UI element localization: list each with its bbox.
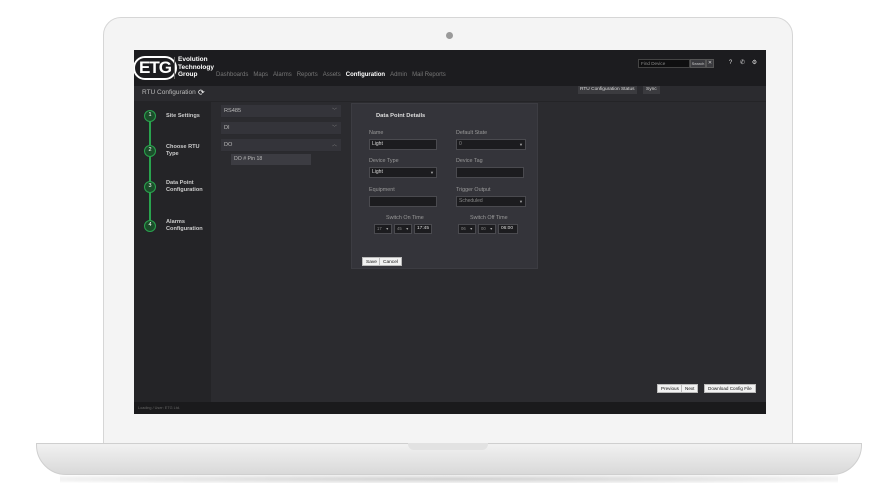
trigger-output-value: Scheduled xyxy=(459,198,483,204)
device-tag-input[interactable] xyxy=(456,167,524,178)
panel-title: Data Point Details xyxy=(376,113,426,119)
brand-line-3: Group xyxy=(178,71,198,78)
nav-mail-reports[interactable]: Mail Reports xyxy=(412,72,446,78)
step-choose-rtu-type[interactable]: 2 Choose RTU Type xyxy=(144,144,209,165)
trigger-output-label: Trigger Output xyxy=(456,187,491,193)
brand-line-2: Technology xyxy=(178,63,214,71)
download-config-button[interactable]: Download Config File xyxy=(704,384,756,393)
app-screen: ETG Evolution Technology Group Dashboard… xyxy=(134,50,766,414)
find-device-input[interactable]: Find Device xyxy=(638,59,690,68)
step-number: 4 xyxy=(144,220,156,232)
equipment-input[interactable] xyxy=(369,196,437,207)
sub-bar: RTU Configuration ⟳ RTU Configuration St… xyxy=(134,86,766,102)
laptop-notch xyxy=(408,443,488,450)
main-nav: Dashboards Maps Alarms Reports Assets Co… xyxy=(216,72,446,78)
step-alarms-configuration[interactable]: 4 Alarms Configuration xyxy=(144,219,209,240)
chevron-up-icon: ︿ xyxy=(331,142,337,148)
sync-button[interactable]: Sync xyxy=(643,86,660,94)
step-number: 2 xyxy=(144,145,156,157)
nav-assets[interactable]: Assets xyxy=(323,72,341,78)
nav-alarms[interactable]: Alarms xyxy=(273,72,292,78)
switch-on-minute-select[interactable]: 45 ▼ xyxy=(394,224,412,234)
chevron-down-icon: ▼ xyxy=(469,227,473,231)
do-pin-item[interactable]: DO # Pin 18 xyxy=(231,154,311,165)
switch-on-label: Switch On Time xyxy=(386,215,424,221)
step-label: Site Settings xyxy=(166,113,200,119)
cancel-button[interactable]: Cancel xyxy=(379,257,402,266)
data-point-details-panel: Data Point Details Name Light Default St… xyxy=(351,103,538,269)
step-site-settings[interactable]: 1 Site Settings xyxy=(144,110,209,130)
chevron-down-icon: ▼ xyxy=(430,170,434,175)
step-label: Data Point Configuration xyxy=(166,180,203,193)
switch-on-time-input[interactable]: 17:45 xyxy=(414,224,432,234)
status-bar: Loading / User: ETG Ltd. xyxy=(134,402,766,414)
search-button[interactable]: Search xyxy=(690,59,706,68)
chevron-down-icon: ▼ xyxy=(519,142,523,147)
accordion-label: DO xyxy=(224,142,233,148)
step-connector xyxy=(149,116,151,228)
name-label: Name xyxy=(369,130,384,136)
chevron-down-icon: ﹀ xyxy=(331,108,337,114)
switch-off-minute: 00 xyxy=(481,226,486,231)
refresh-icon[interactable]: ⟳ xyxy=(198,88,205,97)
default-state-label: Default State xyxy=(456,130,488,136)
logo-text: Evolution Technology Group xyxy=(178,56,214,79)
page-title: RTU Configuration xyxy=(142,89,196,96)
switch-off-label: Switch Off Time xyxy=(470,215,508,221)
switch-on-hour: 17 xyxy=(377,226,382,231)
logo[interactable]: ETG xyxy=(134,55,177,81)
switch-on-hour-select[interactable]: 17 ▼ xyxy=(374,224,392,234)
gear-icon[interactable]: ⚙ xyxy=(750,59,759,68)
nav-configuration[interactable]: Configuration xyxy=(346,72,385,78)
device-type-select[interactable]: Light ▼ xyxy=(369,167,437,178)
step-number: 1 xyxy=(144,110,156,122)
accordion-di[interactable]: DI ﹀ xyxy=(221,122,341,135)
laptop-shadow xyxy=(60,475,838,483)
logo-mark: ETG xyxy=(134,56,177,80)
trigger-output-select[interactable]: Scheduled ▼ xyxy=(456,196,526,207)
default-state-value: 0 xyxy=(459,141,462,147)
rtu-config-status-button[interactable]: RTU Configuration Status xyxy=(578,86,637,94)
next-button[interactable]: Next xyxy=(681,384,699,393)
step-data-point-configuration[interactable]: 3 Data Point Configuration xyxy=(144,180,209,201)
chevron-down-icon: ▼ xyxy=(405,227,409,231)
step-label: Choose RTU Type xyxy=(166,144,200,157)
device-type-value: Light xyxy=(372,169,383,175)
device-tag-label: Device Tag xyxy=(456,158,483,164)
accordion-label: DI xyxy=(224,125,230,131)
step-label: Alarms Configuration xyxy=(166,219,203,232)
nav-admin[interactable]: Admin xyxy=(390,72,407,78)
switch-off-hour: 06 xyxy=(461,226,466,231)
steps-sidebar: 1 Site Settings 2 Choose RTU Type 3 Data… xyxy=(134,102,211,402)
name-input[interactable]: Light xyxy=(369,139,437,150)
status-text: Loading / User: ETG Ltd. xyxy=(138,406,180,410)
previous-button[interactable]: Previous xyxy=(657,384,683,393)
nav-dashboards[interactable]: Dashboards xyxy=(216,72,248,78)
chevron-down-icon: ▼ xyxy=(519,199,523,204)
accordion-do[interactable]: DO ︿ xyxy=(221,139,341,152)
help-icon[interactable]: ? xyxy=(726,59,735,68)
chevron-down-icon: ﹀ xyxy=(331,125,337,131)
camera-icon xyxy=(446,32,453,39)
switch-on-minute: 45 xyxy=(397,226,402,231)
device-type-label: Device Type xyxy=(369,158,399,164)
brand-line-1: Evolution xyxy=(178,56,208,63)
nav-maps[interactable]: Maps xyxy=(253,72,268,78)
step-number: 3 xyxy=(144,181,156,193)
phone-icon[interactable]: ✆ xyxy=(738,59,747,68)
default-state-select[interactable]: 0 ▼ xyxy=(456,139,526,150)
switch-off-minute-select[interactable]: 00 ▼ xyxy=(478,224,496,234)
clear-icon[interactable]: ✕ xyxy=(706,59,714,68)
accordion-label: RS485 xyxy=(224,108,242,114)
chevron-down-icon: ▼ xyxy=(489,227,493,231)
equipment-label: Equipment xyxy=(369,187,395,193)
top-bar: ETG Evolution Technology Group Dashboard… xyxy=(134,50,766,86)
accordion-rs485[interactable]: RS485 ﹀ xyxy=(221,105,341,118)
chevron-down-icon: ▼ xyxy=(385,227,389,231)
switch-off-hour-select[interactable]: 06 ▼ xyxy=(458,224,476,234)
nav-reports[interactable]: Reports xyxy=(297,72,318,78)
logo-divider xyxy=(174,57,175,79)
switch-off-time-input[interactable]: 06:00 xyxy=(498,224,518,234)
